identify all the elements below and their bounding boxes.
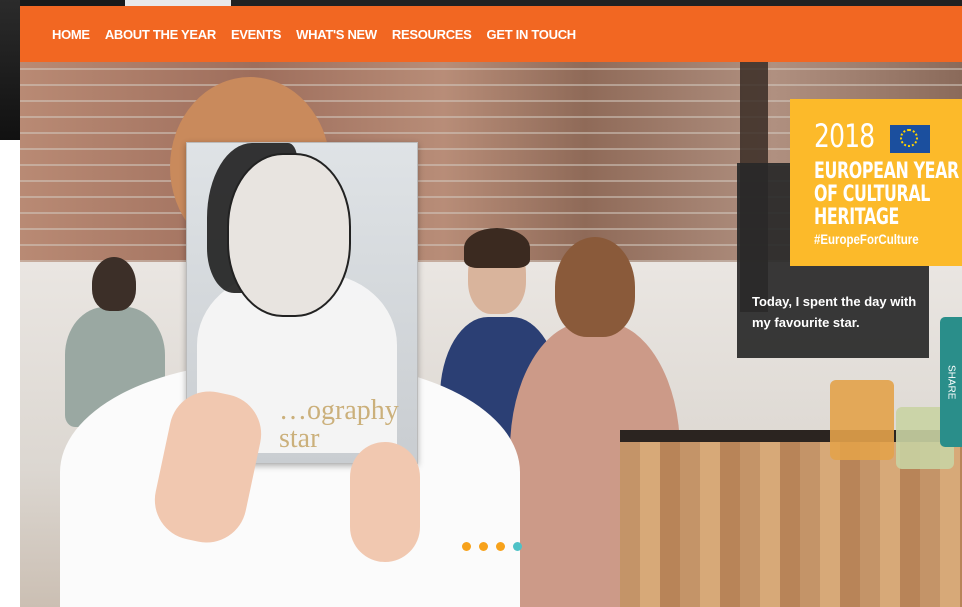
badge-hashtag: #EuropeForCulture — [814, 231, 919, 247]
juice-jar — [830, 380, 894, 460]
nav-events[interactable]: EVENTS — [231, 27, 282, 42]
eu-flag-icon — [890, 125, 930, 153]
hero-slider: …ography star Today, I spent the day wit… — [20, 62, 962, 607]
nav-get-in-touch[interactable]: GET IN TOUCH — [487, 27, 577, 42]
background-person-head — [92, 257, 136, 311]
nav-home[interactable]: HOME — [52, 27, 90, 42]
badge-line-1: EUROPEAN YEAR — [814, 159, 959, 184]
nav-about-the-year[interactable]: ABOUT THE YEAR — [105, 27, 216, 42]
nav-whats-new[interactable]: WHAT'S NEW — [296, 27, 377, 42]
eych-2018-badge: 2018 EUROPEAN YEAR OF CULTURAL HERITAGE … — [790, 99, 962, 266]
caption-text: Today, I spent the day with my favourite… — [752, 294, 917, 330]
slider-dot-1[interactable] — [462, 542, 471, 551]
slider-dot-2[interactable] — [479, 542, 488, 551]
badge-year: 2018 — [814, 117, 875, 155]
background-man-hair — [464, 228, 530, 268]
badge-line-3: HERITAGE — [814, 205, 899, 230]
share-tab[interactable]: SHARE — [940, 317, 962, 447]
right-hand — [350, 442, 420, 562]
main-navigation: HOME ABOUT THE YEAR EVENTS WHAT'S NEW RE… — [20, 6, 962, 62]
nav-resources[interactable]: RESOURCES — [392, 27, 472, 42]
slider-dots — [462, 542, 522, 551]
badge-line-2: OF CULTURAL — [814, 182, 931, 207]
background-woman-head — [555, 237, 635, 337]
slider-dot-3[interactable] — [496, 542, 505, 551]
slider-dot-4[interactable] — [513, 542, 522, 551]
page-background-edge — [0, 0, 20, 140]
magazine-face — [227, 153, 351, 317]
